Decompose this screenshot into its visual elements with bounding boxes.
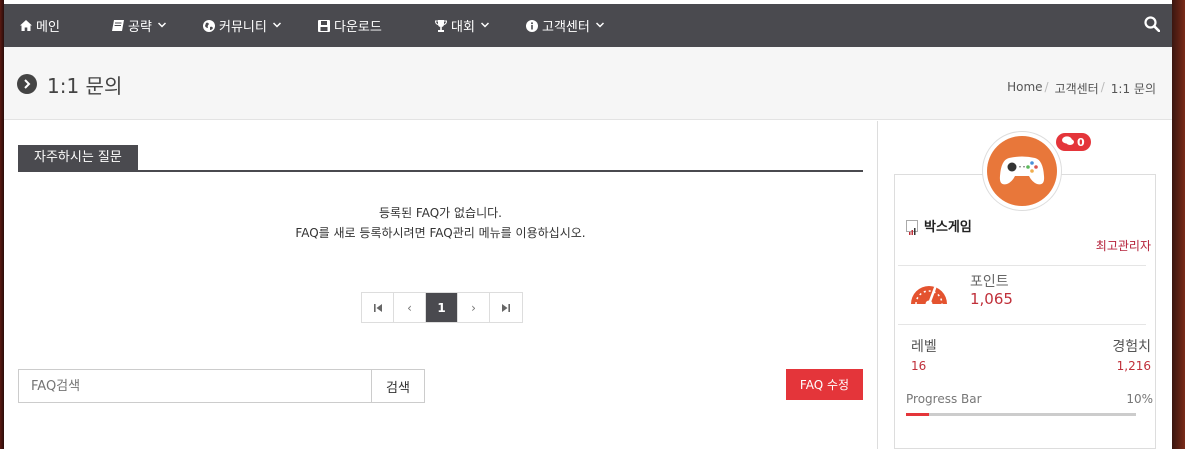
- progress-bar: [906, 413, 1136, 416]
- gamepad-icon: [987, 136, 1057, 206]
- nav-label: 다운로드: [334, 20, 382, 35]
- page: 메인 공략 커뮤니티 다운로드 대회 고객센터 1:1 문의 Home / 고객…: [4, 4, 1172, 449]
- chevron-down-icon: [480, 21, 489, 31]
- chat-icon: [1062, 135, 1074, 149]
- last-page-icon: [502, 303, 510, 312]
- title-bar: 1:1 문의 Home / 고객센터 / 1:1 문의: [4, 47, 1172, 120]
- message-count: 0: [1077, 135, 1085, 149]
- nav-item-community[interactable]: 커뮤니티: [203, 4, 281, 47]
- chevron-down-icon: [157, 21, 166, 31]
- nav-label: 대회: [451, 20, 475, 35]
- empty-message-line2: FAQ를 새로 등록하시려면 FAQ관리 메뉴를 이용하십시오.: [295, 226, 586, 240]
- top-nav: 메인 공략 커뮤니티 다운로드 대회 고객센터: [4, 4, 1172, 47]
- breadcrumb-home[interactable]: Home: [1007, 80, 1042, 97]
- nav-label: 커뮤니티: [219, 20, 267, 35]
- nav-item-support[interactable]: 고객센터: [526, 4, 604, 47]
- faq-edit-button[interactable]: FAQ 수정: [786, 369, 863, 400]
- breadcrumb-support[interactable]: 고객센터: [1055, 80, 1099, 97]
- info-icon: [526, 19, 538, 32]
- empty-message-line1: 등록된 FAQ가 없습니다.: [378, 206, 502, 220]
- progress-bar-fill: [906, 413, 929, 416]
- username[interactable]: 박스게임: [924, 216, 972, 235]
- nav-item-tournament[interactable]: 대회: [435, 4, 489, 47]
- chevron-down-icon: [595, 21, 604, 31]
- section-divider: [18, 170, 863, 172]
- nav-label: 메인: [36, 20, 60, 35]
- user-role: 최고관리자: [1095, 239, 1151, 253]
- points-value: 1,065: [970, 290, 1013, 308]
- breadcrumb: Home / 고객센터 / 1:1 문의: [1007, 80, 1156, 97]
- speedometer-icon: [908, 274, 950, 310]
- divider: [898, 265, 1146, 266]
- first-page-button[interactable]: [362, 293, 394, 322]
- pagination: ‹ 1 ›: [361, 292, 523, 323]
- next-page-button[interactable]: ›: [458, 293, 490, 322]
- page-button-current[interactable]: 1: [426, 293, 458, 322]
- main-content: 자주하시는 질문 등록된 FAQ가 없습니다. FAQ를 새로 등록하시려면 F…: [4, 121, 878, 449]
- nav-item-guide[interactable]: 공략: [112, 4, 166, 47]
- chevron-down-icon: [272, 21, 281, 31]
- avatar[interactable]: [982, 131, 1062, 211]
- faq-search-input[interactable]: [18, 369, 372, 403]
- search-icon[interactable]: [1144, 16, 1162, 34]
- nav-item-home[interactable]: 메인: [20, 4, 60, 47]
- message-badge[interactable]: 0: [1056, 133, 1091, 151]
- page-title: 1:1 문의: [47, 74, 123, 98]
- section-title: 자주하시는 질문: [18, 145, 138, 171]
- chevron-right-circle-icon: [17, 74, 37, 94]
- exp-label: 경험치: [1112, 339, 1151, 355]
- progress-percent: 10%: [1126, 392, 1153, 406]
- level-value: 16: [911, 359, 927, 373]
- exp-value: 1,216: [1116, 359, 1151, 373]
- breadcrumb-current: 1:1 문의: [1110, 82, 1156, 96]
- first-page-icon: [373, 303, 382, 312]
- points-label: 포인트: [970, 274, 1009, 290]
- progress-label: Progress Bar: [906, 392, 982, 406]
- prev-page-button[interactable]: ‹: [394, 293, 426, 322]
- nav-label: 공략: [128, 20, 152, 35]
- book-icon: [112, 20, 124, 31]
- last-page-button[interactable]: [490, 293, 522, 322]
- divider: [898, 324, 1146, 325]
- nav-item-download[interactable]: 다운로드: [318, 4, 382, 47]
- trophy-icon: [435, 19, 447, 32]
- home-icon: [20, 20, 32, 31]
- user-level-icon: [906, 220, 918, 235]
- nav-label: 고객센터: [542, 20, 590, 35]
- level-label: 레벨: [911, 339, 937, 355]
- save-icon: [318, 19, 330, 32]
- globe-icon: [203, 19, 215, 32]
- search-button[interactable]: 검색: [371, 369, 425, 403]
